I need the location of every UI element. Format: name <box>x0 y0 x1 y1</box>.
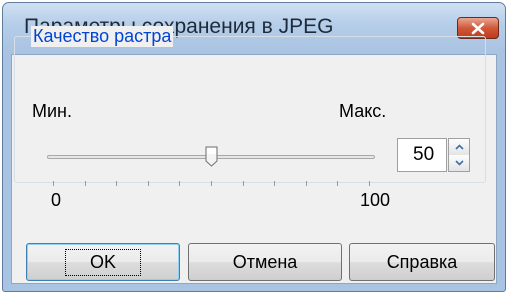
slider-tick <box>274 181 276 186</box>
slider-tick <box>116 181 118 186</box>
slider-tick <box>147 181 149 186</box>
cancel-button[interactable]: Отмена <box>188 243 342 281</box>
close-icon <box>471 22 485 34</box>
slider-tick <box>337 181 339 186</box>
spin-buttons <box>448 138 470 172</box>
min-label: Мин. <box>32 101 72 121</box>
slider-tick <box>179 181 181 186</box>
slider-thumb[interactable] <box>205 146 218 167</box>
slider-tick <box>305 181 307 186</box>
spin-up-button[interactable] <box>449 139 469 155</box>
slider-tick <box>211 181 212 186</box>
slider-tick <box>369 181 370 186</box>
help-button[interactable]: Справка <box>349 243 495 281</box>
max-label: Макс. <box>339 101 387 121</box>
chevron-down-icon <box>454 160 464 166</box>
slider-tick <box>53 181 54 186</box>
group-label: Качество растра <box>31 26 174 47</box>
ok-button[interactable]: OK <box>26 243 180 281</box>
chevron-up-icon <box>454 144 464 150</box>
tick-max-label: 100 <box>360 190 391 210</box>
spin-down-button[interactable] <box>449 155 469 171</box>
tick-min-label: 0 <box>51 190 62 210</box>
slider-tick <box>242 181 244 186</box>
slider-tick <box>84 181 86 186</box>
ok-button-label: OK <box>64 248 142 276</box>
quality-value-input[interactable] <box>397 138 447 172</box>
